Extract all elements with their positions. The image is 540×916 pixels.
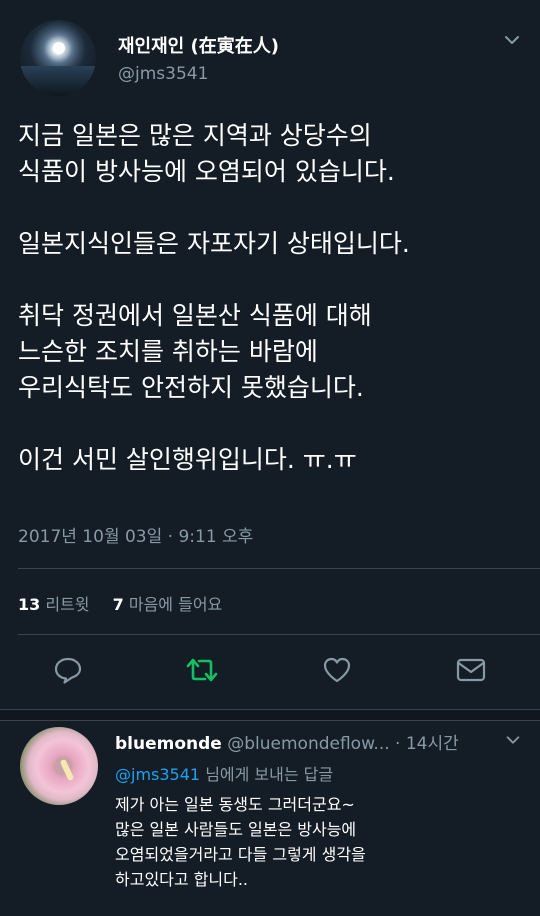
reply-button[interactable] bbox=[48, 650, 88, 690]
tweet-actions bbox=[0, 650, 540, 694]
tweet-line: 취닥 정권에서 일본산 식품에 대해 bbox=[18, 301, 372, 330]
envelope-icon bbox=[456, 658, 486, 682]
tweet-line: 지금 일본은 많은 지역과 상당수의 bbox=[18, 121, 372, 150]
retweet-label: 리트윗 bbox=[45, 595, 90, 614]
like-label: 마음에 들어요 bbox=[128, 595, 223, 614]
retweet-count: 13 bbox=[18, 595, 41, 614]
avatar[interactable] bbox=[20, 727, 98, 805]
section-divider bbox=[0, 709, 540, 721]
reply-line: 하고있다고 합니다.. bbox=[115, 870, 249, 889]
user-handle[interactable]: @jms3541 bbox=[118, 64, 208, 84]
reply-header: bluemonde @bluemondeflow... · 14시간 bbox=[115, 729, 510, 754]
divider bbox=[18, 568, 540, 569]
retweet-stat[interactable]: 13 리트윗 bbox=[18, 595, 90, 614]
tweet-line: 이건 서민 살인행위입니다. ㅠ.ㅠ bbox=[18, 445, 357, 474]
reply-line: 제가 아는 일본 동생도 그러더군요~ bbox=[115, 795, 355, 814]
tweet-line: 식품이 방사능에 오염되어 있습니다. bbox=[18, 157, 395, 186]
reply-text: 제가 아는 일본 동생도 그러더군요~ 많은 일본 사람들도 일본은 방사능에 … bbox=[115, 792, 530, 892]
tweet-line: 우리식탁도 안전하지 못했습니다. bbox=[18, 373, 364, 402]
tweet-timestamp[interactable]: 2017년 10월 03일 · 9:11 오후 bbox=[18, 522, 253, 547]
retweet-button[interactable] bbox=[182, 650, 222, 690]
like-stat[interactable]: 7 마음에 들어요 bbox=[113, 595, 223, 614]
avatar-flower-stamen bbox=[59, 758, 75, 782]
heart-icon bbox=[323, 657, 351, 683]
reply-time[interactable]: · 14시간 bbox=[395, 734, 459, 754]
divider bbox=[18, 634, 540, 635]
tweet-line: 느슨한 조치를 취하는 바람에 bbox=[18, 337, 318, 366]
reply-display-name[interactable]: bluemonde bbox=[115, 734, 222, 754]
replying-mention[interactable]: @jms3541 bbox=[115, 765, 200, 784]
chevron-down-icon[interactable] bbox=[502, 30, 522, 50]
reply-line: 오염되었을거라고 다들 그렇게 생각을 bbox=[115, 845, 366, 864]
reply-icon bbox=[54, 657, 82, 684]
tweet-text: 지금 일본은 많은 지역과 상당수의 식품이 방사능에 오염되어 있습니다. 일… bbox=[18, 118, 528, 478]
dm-button[interactable] bbox=[451, 650, 491, 690]
like-button[interactable] bbox=[317, 650, 357, 690]
avatar-sea bbox=[20, 66, 96, 96]
retweet-icon bbox=[186, 658, 218, 682]
like-count: 7 bbox=[112, 595, 124, 614]
reply-line: 많은 일본 사람들도 일본은 방사능에 bbox=[115, 820, 357, 839]
avatar-moon bbox=[53, 42, 65, 54]
display-name[interactable]: 재인재인 (在寅在人) bbox=[118, 32, 279, 58]
reply-handle[interactable]: @bluemondeflow... bbox=[227, 734, 389, 754]
chevron-down-icon[interactable] bbox=[504, 731, 522, 749]
tweet-stats: 13 리트윗 7 마음에 들어요 bbox=[18, 591, 222, 615]
avatar[interactable] bbox=[20, 20, 96, 96]
replying-label: 님에게 보내는 답글 bbox=[205, 765, 334, 784]
replying-to: @jms3541 님에게 보내는 답글 bbox=[115, 761, 333, 785]
tweet-line: 일본지식인들은 자포자기 상태입니다. bbox=[18, 229, 410, 258]
